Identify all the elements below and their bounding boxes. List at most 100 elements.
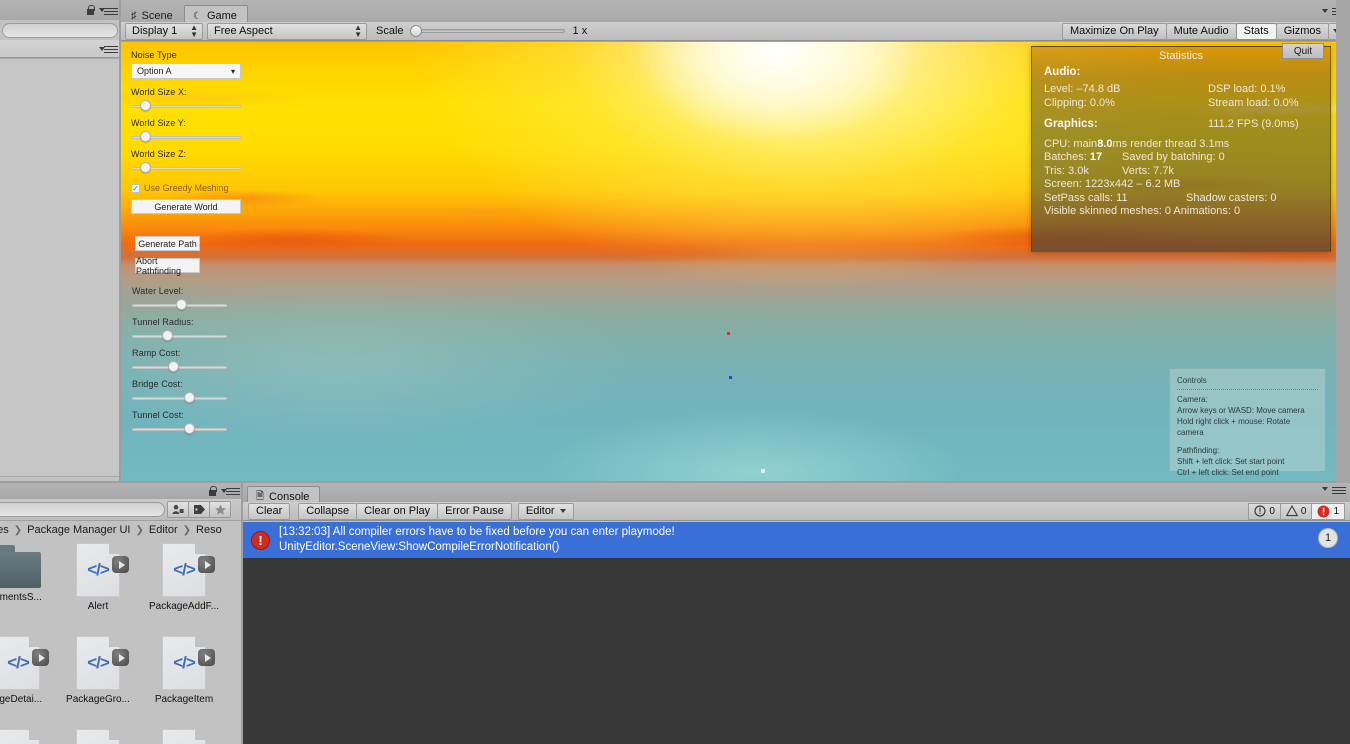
scale-slider-handle[interactable]	[409, 25, 422, 37]
error-icon	[1317, 505, 1330, 517]
display-dropdown[interactable]: Display 1 ▲ ▼	[125, 22, 203, 40]
updown-arrows-icon: ▲ ▼	[354, 23, 362, 39]
asset-item[interactable]	[148, 729, 220, 744]
graphics-header-row: Graphics: 111.2 FPS (9.0ms)	[1044, 118, 1318, 132]
noise-type-value: Option A	[137, 66, 172, 76]
asset-item[interactable]: </> Alert	[62, 543, 134, 612]
camera-line-1: Arrow keys or WASD: Move camera	[1177, 406, 1305, 415]
slider-handle[interactable]	[175, 299, 187, 310]
console-toolbar: Clear Collapse Clear on Play Error Pause…	[243, 502, 1350, 521]
chevron-down-icon[interactable]	[1322, 9, 1328, 13]
slider-tunnel-radius[interactable]: Tunnel Radius:	[132, 317, 227, 343]
grid-hash-icon: ♯	[131, 9, 137, 22]
right-gutter	[1336, 0, 1350, 483]
warning-icon	[1285, 505, 1298, 517]
editor-filter-dropdown[interactable]: Editor	[517, 502, 574, 520]
generate-path-button[interactable]: Generate Path	[135, 236, 200, 251]
chevron-down-icon[interactable]	[1322, 487, 1328, 491]
terrain-speck	[761, 469, 765, 473]
save-filter-icon[interactable]	[167, 501, 189, 518]
stats-button[interactable]: Stats	[1235, 22, 1277, 40]
project-menu-icon[interactable]	[226, 486, 240, 498]
asset-item[interactable]	[0, 729, 54, 744]
asset-item[interactable]: </> PackageAddF...	[148, 543, 220, 612]
slider-world-size-x[interactable]: World Size X:	[131, 87, 241, 113]
slider-handle[interactable]	[139, 100, 151, 111]
maximize-on-play-button[interactable]: Maximize On Play	[1061, 22, 1167, 40]
slider-water-level[interactable]: Water Level:	[132, 286, 227, 312]
slider-handle[interactable]	[139, 131, 151, 142]
mute-audio-button[interactable]: Mute Audio	[1165, 22, 1237, 40]
fps-value: 111.2 FPS (9.0ms)	[1208, 118, 1299, 130]
breadcrumb-item[interactable]: ges	[0, 524, 9, 536]
slider-handle[interactable]	[184, 392, 196, 403]
use-greedy-meshing-checkbox[interactable]: ✓ Use Greedy Meshing	[131, 183, 241, 193]
slider-tunnel-cost[interactable]: Tunnel Cost:	[132, 410, 227, 436]
panel-divider-horizontal[interactable]	[0, 481, 1350, 483]
asset-item[interactable]: </> ageDetai...	[0, 636, 54, 705]
warning-count[interactable]: 0	[1279, 502, 1313, 520]
error-pause-button[interactable]: Error Pause	[437, 502, 512, 520]
generate-world-button[interactable]: Generate World	[131, 199, 241, 214]
slider-world-size-y[interactable]: World Size Y:	[131, 118, 241, 144]
game-toolbar-right: Maximize On Play Mute Audio Stats Gizmos	[1061, 22, 1344, 40]
console-log-entry[interactable]: ! [13:32:03] All compiler errors have to…	[243, 522, 1350, 558]
asset-label: ageDetai...	[0, 694, 43, 705]
asset-label: PackageItem	[154, 694, 214, 705]
panel-menu-icon[interactable]	[104, 6, 118, 18]
asset-label: PackageAddF...	[148, 601, 220, 612]
console-menu-icon[interactable]	[1332, 485, 1346, 497]
project-search-input[interactable]	[0, 502, 165, 517]
lock-icon[interactable]	[208, 486, 217, 496]
breadcrumb-item[interactable]: Reso	[196, 524, 222, 536]
slider-handle[interactable]	[139, 162, 151, 173]
breadcrumb-item[interactable]: Editor	[149, 524, 178, 536]
error-count[interactable]: 1	[1311, 502, 1345, 520]
slider-world-size-z[interactable]: World Size Z:	[131, 149, 241, 175]
slider-ramp-cost[interactable]: Ramp Cost:	[132, 348, 227, 374]
tris-row: Tris: 3.0k Verts: 7.7k	[1044, 164, 1174, 177]
slider-handle[interactable]	[184, 423, 196, 434]
scale-slider[interactable]	[409, 24, 565, 38]
asset-item[interactable]: ementsS...	[0, 543, 54, 603]
noise-type-dropdown[interactable]: Option A ▾	[131, 63, 241, 79]
info-count[interactable]: 0	[1248, 502, 1281, 520]
skinned-meshes-row: Visible skinned meshes: 0 Animations: 0	[1044, 205, 1241, 217]
path-start-marker	[727, 332, 730, 335]
gizmos-button[interactable]: Gizmos	[1275, 22, 1329, 40]
panel-divider-left[interactable]	[119, 0, 121, 483]
slider-handle[interactable]	[162, 330, 174, 341]
screen-row: Screen: 1223x442 – 6.2 MB	[1044, 178, 1181, 190]
lock-icon[interactable]	[86, 5, 95, 15]
abort-pathfinding-button[interactable]: Abort Pathfinding	[135, 256, 200, 276]
panel-divider-vertical[interactable]	[241, 483, 243, 744]
subpanel-menu-icon[interactable]	[104, 44, 118, 56]
breadcrumb-item[interactable]: Package Manager UI	[27, 524, 130, 536]
console-log-area[interactable]: ! [13:32:03] All compiler errors have to…	[243, 522, 1350, 744]
label-tag-icon[interactable]	[188, 501, 210, 518]
asset-item[interactable]: </> PackageGro...	[62, 636, 134, 705]
script-file-icon: </>	[162, 636, 215, 690]
quit-button[interactable]: Quit	[1282, 43, 1324, 59]
aspect-dropdown[interactable]: Free Aspect ▲ ▼	[207, 22, 367, 40]
collapse-button[interactable]: Collapse	[298, 502, 358, 520]
statistics-overlay: Statistics Quit Audio: Level: –74.8 dB D…	[1031, 43, 1331, 252]
setpass-row: SetPass calls: 11 Shadow casters: 0	[1044, 191, 1277, 204]
slider-handle[interactable]	[168, 361, 180, 372]
clear-button[interactable]: Clear	[248, 502, 291, 520]
slider-bridge-cost[interactable]: Bridge Cost:	[132, 379, 227, 405]
breadcrumb-separator: ❯	[13, 524, 23, 536]
asset-item[interactable]: </> PackageItem	[148, 636, 220, 705]
asset-label: Alert	[87, 601, 109, 612]
game-view-toolbar: Display 1 ▲ ▼ Free Aspect ▲ ▼ Scale 1 x Ma…	[121, 22, 1350, 41]
play-badge-icon	[112, 556, 129, 573]
asset-item[interactable]	[62, 729, 134, 744]
favorite-star-icon[interactable]	[209, 501, 231, 518]
console-tabstrip: 🗎 Console	[243, 483, 1350, 507]
breadcrumb-separator: ❯	[182, 524, 192, 536]
info-icon	[1254, 505, 1266, 517]
clear-on-play-button[interactable]: Clear on Play	[356, 502, 439, 520]
left-search-input[interactable]	[2, 23, 118, 38]
checkbox-label: Use Greedy Meshing	[144, 183, 229, 193]
asset-label: PackageGro...	[66, 694, 130, 705]
